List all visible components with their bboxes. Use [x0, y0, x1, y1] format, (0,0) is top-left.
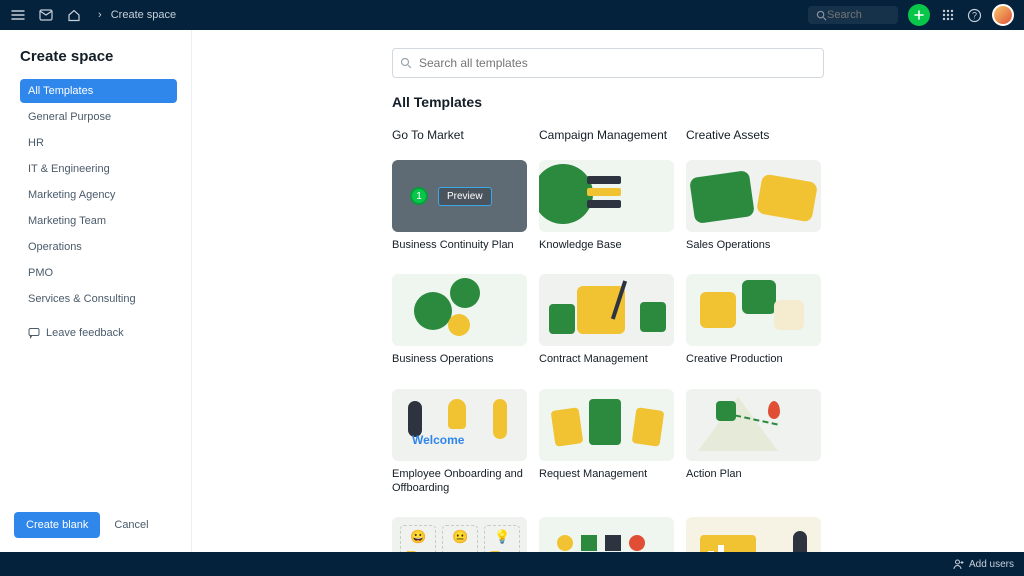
category-list: All TemplatesGeneral PurposeHRIT & Engin…: [20, 79, 177, 311]
inbox-icon[interactable]: [38, 7, 54, 23]
hamburger-icon[interactable]: [10, 7, 26, 23]
template-label: Business Continuity Plan: [392, 238, 527, 252]
template-card[interactable]: Request Management: [539, 389, 674, 496]
apps-icon[interactable]: [940, 7, 956, 23]
breadcrumb: › Create space: [98, 9, 176, 21]
sidebar-category[interactable]: All Templates: [20, 79, 177, 103]
template-label: Action Plan: [686, 467, 821, 481]
template-search-input[interactable]: [392, 48, 824, 78]
template-card[interactable]: Sales Operations: [686, 160, 821, 252]
template-label: Request Management: [539, 467, 674, 481]
breadcrumb-sep: ›: [98, 9, 102, 21]
template-label: Employee Onboarding and Offboarding: [392, 467, 527, 496]
template-label: Creative Production: [686, 352, 821, 366]
template-thumb: [539, 160, 674, 232]
help-icon[interactable]: ?: [966, 7, 982, 23]
add-button[interactable]: [908, 4, 930, 26]
section-title: All Templates: [392, 94, 824, 110]
subsection-creative-assets: Creative Assets: [686, 128, 821, 142]
cancel-button[interactable]: Cancel: [114, 519, 148, 531]
template-card[interactable]: QBR: [686, 517, 821, 552]
main-content: All Templates Go To Market Campaign Mana…: [192, 30, 1024, 552]
sidebar-category[interactable]: Marketing Agency: [20, 183, 177, 207]
template-label: Sales Operations: [686, 238, 821, 252]
template-card[interactable]: 1 Preview Business Continuity Plan: [392, 160, 527, 252]
template-thumb: [539, 517, 674, 552]
subsection-campaign-management: Campaign Management: [539, 128, 674, 142]
leave-feedback-label: Leave feedback: [46, 327, 124, 339]
leave-feedback[interactable]: Leave feedback: [20, 321, 177, 345]
template-thumb: 😀😐💡: [392, 517, 527, 552]
sidebar-category[interactable]: IT & Engineering: [20, 157, 177, 181]
template-label: Business Operations: [392, 352, 527, 366]
template-card[interactable]: Contract Management: [539, 274, 674, 366]
template-thumb: [686, 517, 821, 552]
template-thumb: [539, 389, 674, 461]
home-icon[interactable]: [66, 7, 82, 23]
global-search-input[interactable]: [827, 9, 887, 21]
sidebar-category[interactable]: Operations: [20, 235, 177, 259]
svg-text:?: ?: [971, 10, 976, 20]
search-icon: [400, 57, 412, 69]
selection-badge: 1: [410, 187, 428, 205]
bottombar: Add users: [0, 552, 1024, 576]
template-card[interactable]: Action Plan: [686, 389, 821, 496]
add-users-label: Add users: [969, 559, 1014, 570]
template-thumb: [539, 274, 674, 346]
topbar: › Create space ?: [0, 0, 1024, 30]
template-thumb-hovered[interactable]: 1 Preview: [392, 160, 527, 232]
template-card[interactable]: Welcome Employee Onboarding and Offboard…: [392, 389, 527, 496]
template-card[interactable]: Knowledge Base: [539, 160, 674, 252]
template-card[interactable]: Creative Production: [686, 274, 821, 366]
template-card[interactable]: Content Operations: [539, 517, 674, 552]
sidebar-category[interactable]: General Purpose: [20, 105, 177, 129]
template-card[interactable]: Business Operations: [392, 274, 527, 366]
sidebar-category[interactable]: Services & Consulting: [20, 287, 177, 311]
template-thumb: Welcome: [392, 389, 527, 461]
add-users-button[interactable]: Add users: [953, 558, 1014, 570]
sidebar-category[interactable]: HR: [20, 131, 177, 155]
template-label: Contract Management: [539, 352, 674, 366]
preview-button[interactable]: Preview: [438, 187, 492, 206]
subsection-go-to-market: Go To Market: [392, 128, 527, 142]
template-card[interactable]: 😀😐💡 Scrum / Sprint Retrospective: [392, 517, 527, 552]
template-thumb: [392, 274, 527, 346]
breadcrumb-current: Create space: [111, 9, 176, 21]
global-search[interactable]: [808, 6, 898, 24]
sidebar-category[interactable]: Marketing Team: [20, 209, 177, 233]
page-title: Create space: [20, 48, 177, 65]
sidebar: Create space All TemplatesGeneral Purpos…: [0, 30, 192, 552]
avatar[interactable]: [992, 4, 1014, 26]
template-thumb: [686, 389, 821, 461]
template-thumb: [686, 160, 821, 232]
create-blank-button[interactable]: Create blank: [14, 512, 100, 538]
sidebar-category[interactable]: PMO: [20, 261, 177, 285]
template-label: Knowledge Base: [539, 238, 674, 252]
template-thumb: [686, 274, 821, 346]
